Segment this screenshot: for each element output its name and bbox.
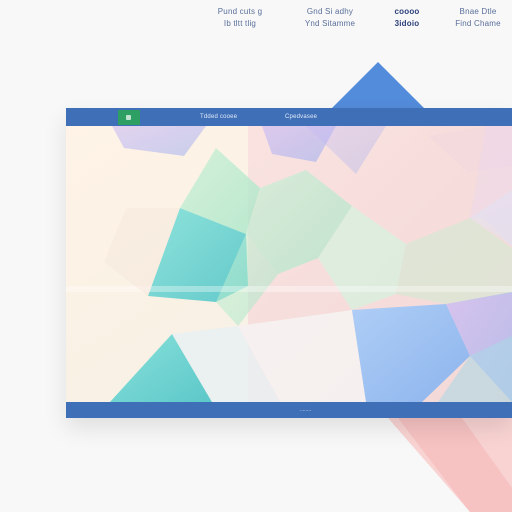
top-link-column-2: Gnd Si adhy Ynd Sitamme bbox=[290, 6, 370, 32]
top-link-column-3: coooo 3idoio bbox=[382, 6, 432, 32]
status-text: ........ bbox=[300, 407, 312, 413]
window-statusbar: ........ bbox=[66, 402, 512, 418]
page: Pund cuts g Ib tltt tlig Gnd Si adhy Ynd… bbox=[0, 0, 512, 512]
square-green-icon[interactable] bbox=[118, 110, 140, 125]
window-titlebar: Tdded cooee Cpedvasee bbox=[66, 108, 512, 126]
content-artwork bbox=[66, 126, 512, 402]
top-link-4a[interactable]: Bnae Dtle bbox=[460, 6, 497, 18]
top-link-4b[interactable]: Find Chame bbox=[455, 18, 501, 30]
tab-2[interactable]: Cpedvasee bbox=[285, 112, 317, 122]
top-link-2b[interactable]: Ynd Sitamme bbox=[305, 18, 355, 30]
main-window: Tdded cooee Cpedvasee ........ bbox=[66, 108, 512, 418]
blue-triangle-shape bbox=[332, 62, 424, 108]
top-link-2a[interactable]: Gnd Si adhy bbox=[307, 6, 353, 18]
top-link-column-4: Bnae Dtle Find Chame bbox=[444, 6, 512, 32]
top-link-3a[interactable]: coooo bbox=[395, 6, 420, 18]
tab-1[interactable]: Tdded cooee bbox=[200, 112, 237, 122]
top-links: Pund cuts g Ib tltt tlig Gnd Si adhy Ynd… bbox=[0, 6, 512, 32]
top-link-3b[interactable]: 3idoio bbox=[395, 18, 420, 30]
top-link-1a[interactable]: Pund cuts g bbox=[218, 6, 262, 18]
top-link-column-1: Pund cuts g Ib tltt tlig bbox=[205, 6, 275, 32]
top-link-1b[interactable]: Ib tltt tlig bbox=[224, 18, 256, 30]
app-icon-glyph bbox=[126, 115, 131, 120]
window-content bbox=[66, 126, 512, 402]
